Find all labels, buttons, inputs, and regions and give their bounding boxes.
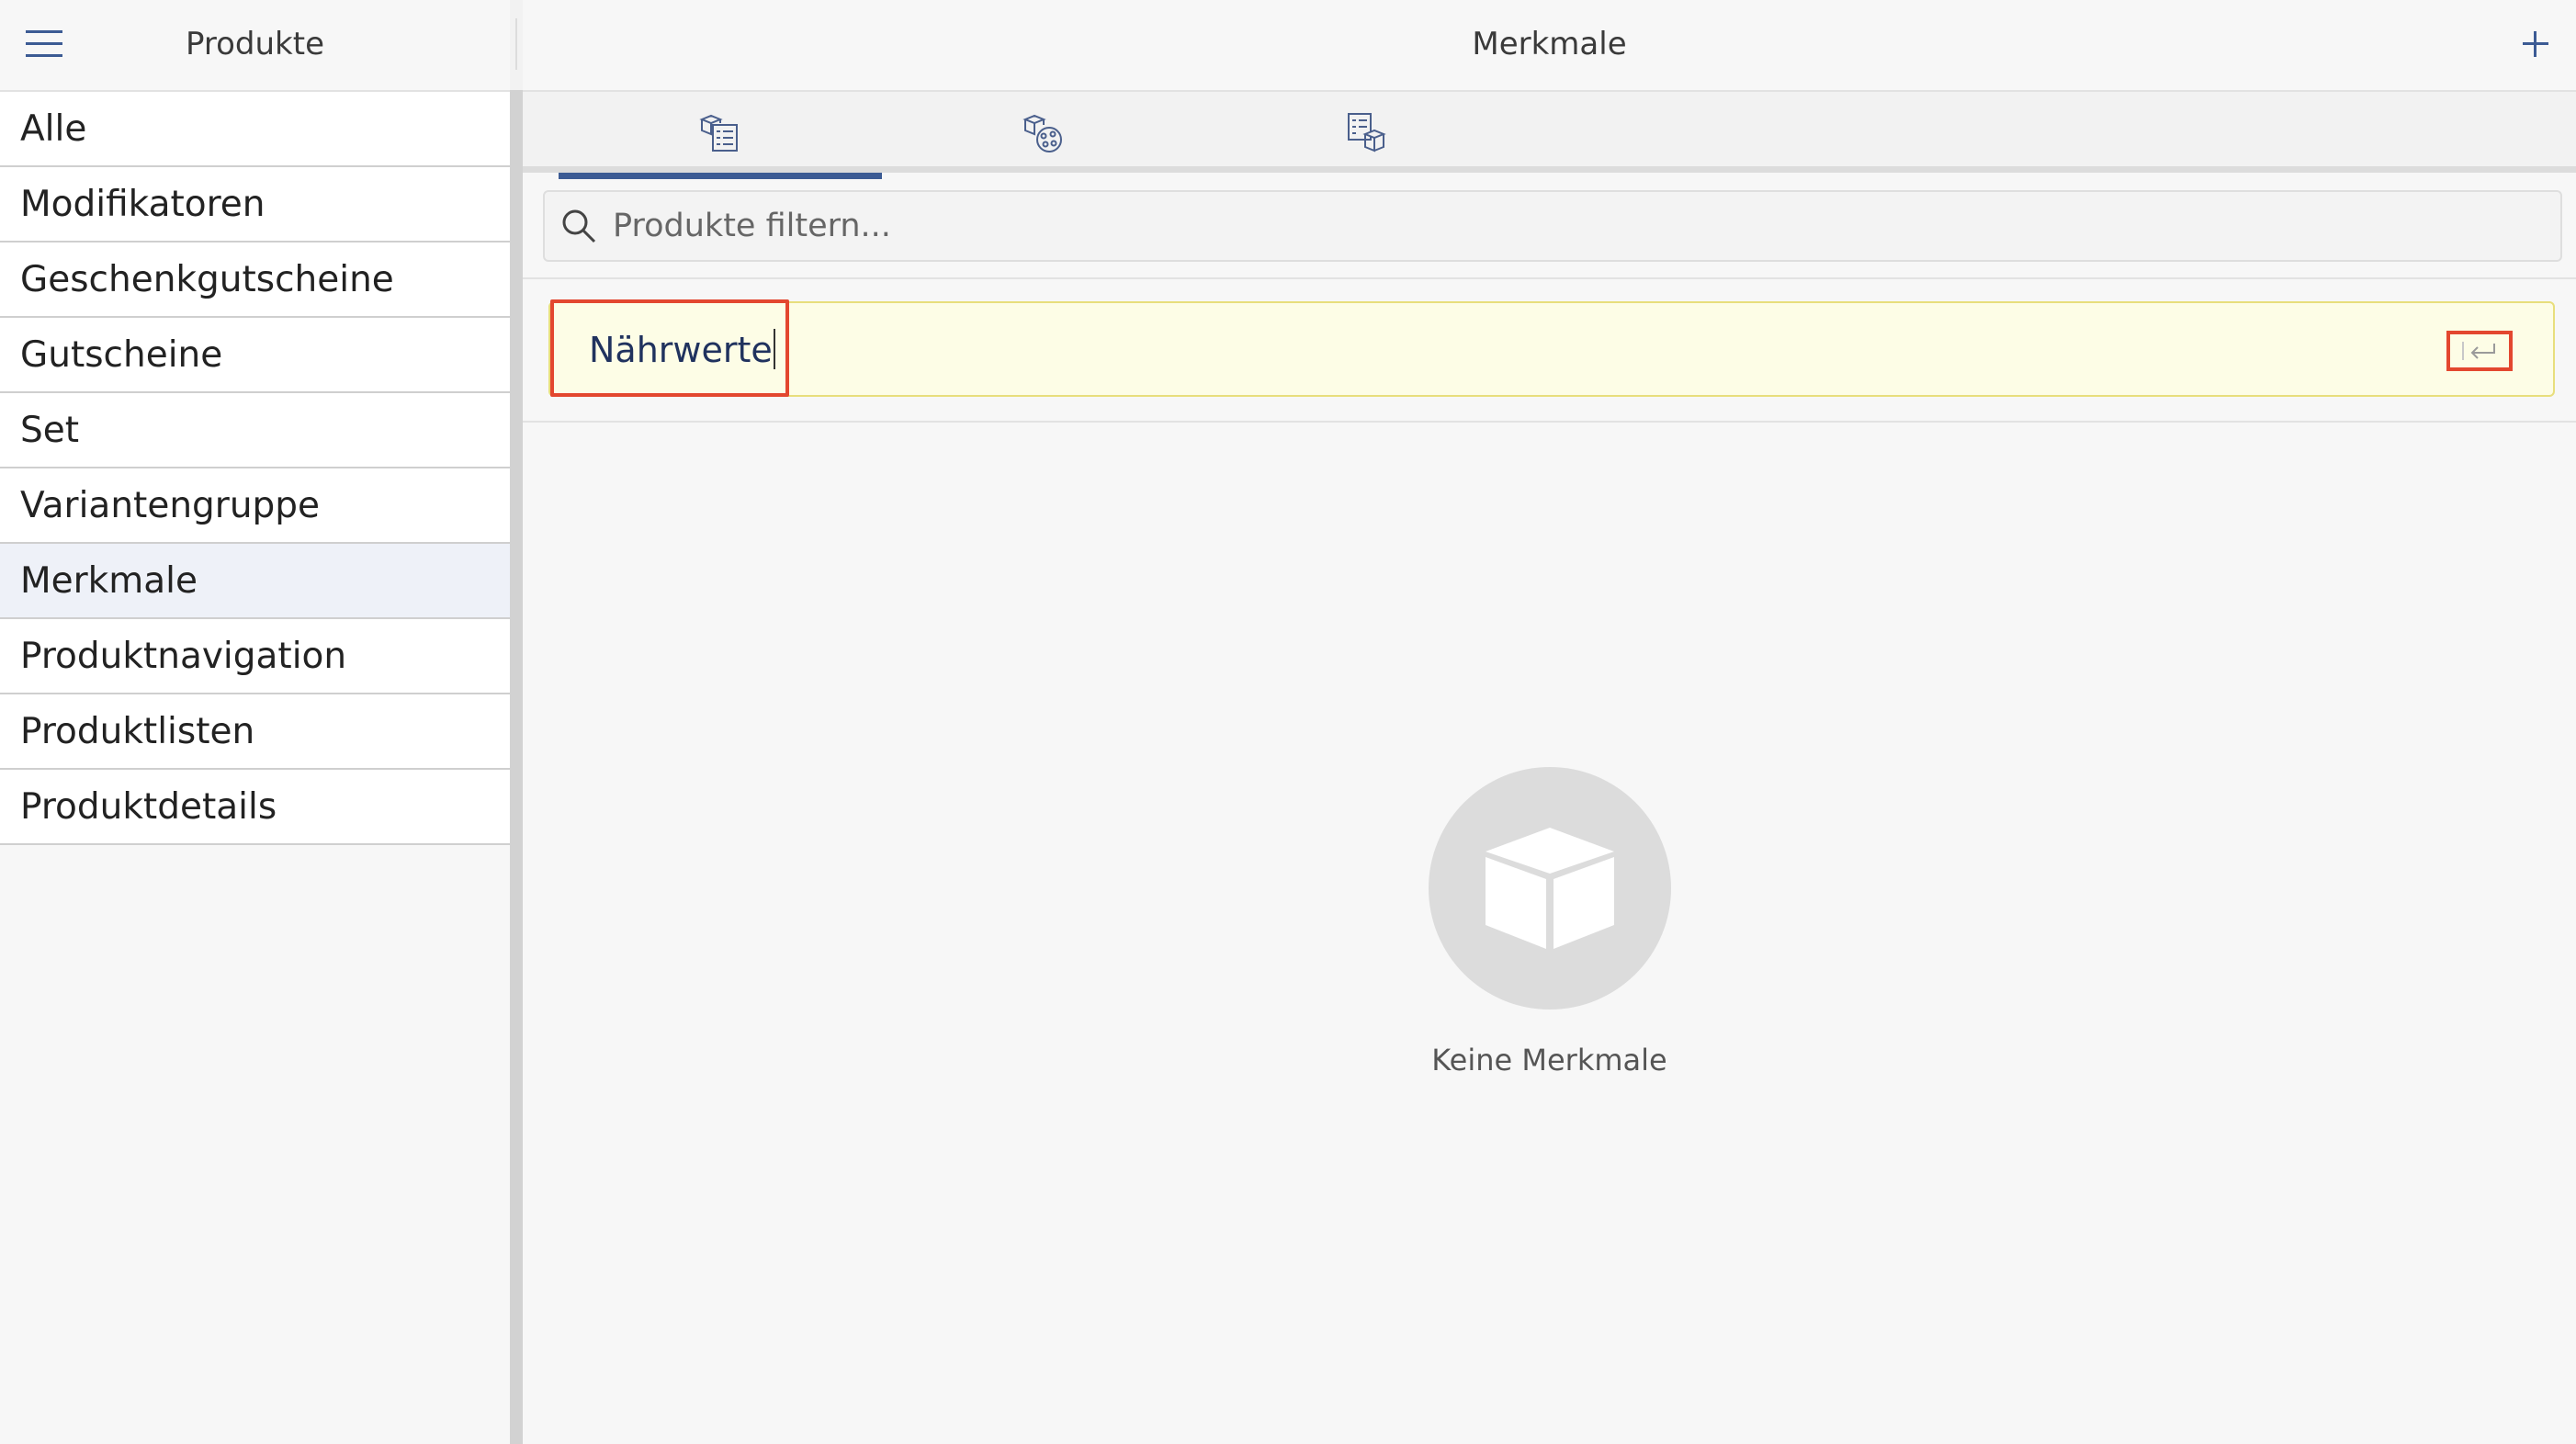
product-filter xyxy=(543,190,2562,262)
pane-divider[interactable] xyxy=(510,0,523,1444)
category-item-produktnavigation[interactable]: Produktnavigation xyxy=(0,619,510,694)
tab-product-list[interactable] xyxy=(559,92,882,179)
category-item-alle[interactable]: Alle xyxy=(0,92,510,167)
text-cursor xyxy=(773,329,775,369)
category-item-merkmale[interactable]: Merkmale xyxy=(0,544,510,619)
tab-product-sets[interactable] xyxy=(1205,92,1529,173)
empty-state: Keine Merkmale xyxy=(523,767,2576,1077)
merkmal-name-value: Nährwerte xyxy=(589,330,773,370)
categories-pane: Produkte Alle Modifikatoren Geschenkguts… xyxy=(0,0,510,1444)
category-item-modifikatoren[interactable]: Modifikatoren xyxy=(0,167,510,243)
search-input[interactable] xyxy=(613,192,2542,260)
detail-header: Merkmale xyxy=(523,0,2576,92)
category-item-produktlisten[interactable]: Produktlisten xyxy=(0,694,510,770)
tab-product-modifiers[interactable] xyxy=(882,92,1205,173)
return-icon xyxy=(2462,342,2495,360)
empty-state-circle xyxy=(1428,767,1671,1010)
product-list-icon xyxy=(699,114,738,152)
view-tabbar xyxy=(523,92,2576,179)
categories-header: Produkte xyxy=(0,0,510,92)
category-item-produktdetails[interactable]: Produktdetails xyxy=(0,770,510,845)
merkmal-name-input[interactable]: Nährwerte xyxy=(589,329,775,370)
new-merkmal-row: Nährwerte xyxy=(548,299,2555,397)
category-item-variantengruppe[interactable]: Variantengruppe xyxy=(0,468,510,544)
empty-state-label: Keine Merkmale xyxy=(1431,1043,1667,1077)
category-list: Alle Modifikatoren Geschenkgutscheine Gu… xyxy=(0,92,510,845)
new-entry-area: Nährwerte xyxy=(523,277,2576,423)
plus-icon[interactable] xyxy=(2514,22,2558,66)
product-modifiers-icon xyxy=(1022,114,1062,152)
categories-title: Produkte xyxy=(185,26,324,62)
page-title: Merkmale xyxy=(1472,26,1627,62)
confirm-button[interactable] xyxy=(2446,331,2513,371)
box-icon xyxy=(1485,828,1614,949)
category-item-geschenkgutscheine[interactable]: Geschenkgutscheine xyxy=(0,243,510,318)
category-item-set[interactable]: Set xyxy=(0,393,510,468)
detail-pane: Merkmale Produkte filtern... Nährwerte K… xyxy=(523,0,2576,1444)
product-set-icon xyxy=(1348,113,1386,152)
search-icon xyxy=(562,209,596,243)
category-item-gutscheine[interactable]: Gutscheine xyxy=(0,318,510,393)
